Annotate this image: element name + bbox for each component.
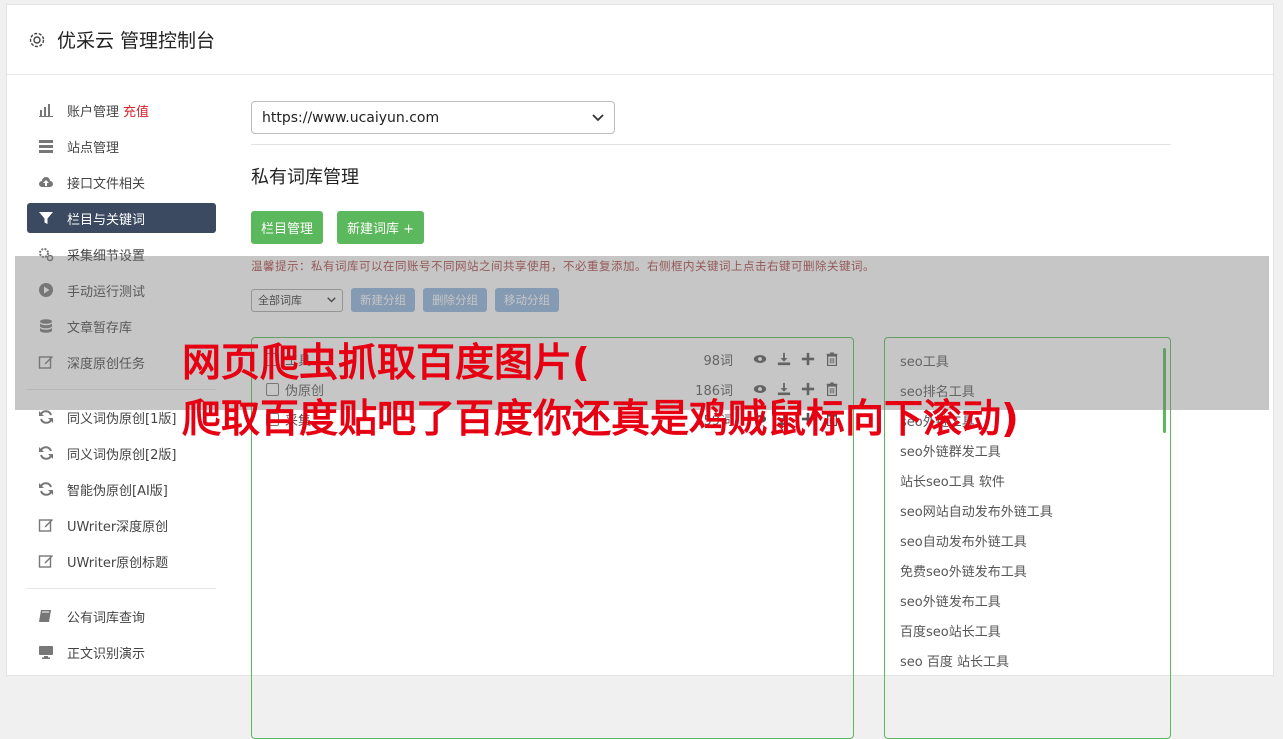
action-buttons: 栏目管理 新建词库 + (251, 211, 1171, 244)
keyword-item[interactable]: 百度seo站长工具 (885, 618, 1170, 648)
sidebar-item-label: 接口文件相关 (67, 176, 146, 192)
sidebar-item[interactable]: 智能伪原创[AI版] (27, 474, 216, 504)
sidebar-item[interactable]: 栏目与关键词 (27, 203, 216, 233)
sidebar-divider (27, 588, 216, 589)
sidebar-item-label: 栏目与关键词 (67, 212, 146, 228)
gear-icon (29, 32, 45, 47)
filter-icon (39, 212, 53, 224)
header: 优采云 管理控制台 (7, 5, 1273, 75)
sidebar-item-label: 同义词伪原创[1版] (67, 411, 177, 427)
sidebar-item-label: UWriter原创标题 (67, 555, 169, 571)
sidebar-item-label: 账户管理 (67, 104, 120, 120)
recharge-link[interactable]: 充值 (123, 101, 149, 120)
overlay-line-1: 网页爬虫抓取百度图片( (182, 341, 590, 386)
new-library-button[interactable]: 新建词库 + (337, 211, 425, 244)
book-icon (39, 610, 51, 622)
sidebar-item[interactable]: 正文识别演示 (27, 637, 216, 667)
divider (251, 144, 1171, 145)
sidebar-item[interactable]: 接口文件相关 (27, 167, 216, 197)
server-icon (39, 140, 53, 153)
sidebar-item[interactable]: UWriter原创标题 (27, 546, 216, 576)
keyword-item[interactable]: seo外链发布工具 (885, 588, 1170, 618)
refresh-icon (39, 482, 53, 496)
site-select[interactable]: https://www.ucaiyun.com (251, 101, 615, 134)
cloud-upload-icon (39, 177, 53, 187)
sidebar-item-label: 公有词库查询 (67, 610, 146, 626)
sidebar-item-label: UWriter深度原创 (67, 519, 169, 535)
sidebar-item-label: 智能伪原创[AI版] (67, 483, 168, 499)
monitor-icon (39, 646, 53, 659)
edit-icon (38, 519, 53, 532)
refresh-icon (39, 446, 53, 460)
section-title: 私有词库管理 (251, 167, 359, 188)
overlay-headline: 网页爬虫抓取百度图片( 爬取百度贴吧了百度你还真是鸡贼鼠标向下滚动) (182, 336, 1019, 448)
bar-chart-icon (39, 104, 53, 117)
overlay-line-2: 爬取百度贴吧了百度你还真是鸡贼鼠标向下滚动) (182, 397, 1019, 442)
keyword-item[interactable]: seo网站自动发布外链工具 (885, 498, 1170, 528)
sidebar-item[interactable]: UWriter深度原创 (27, 510, 216, 540)
page-title: 优采云 管理控制台 (57, 30, 216, 52)
keyword-item[interactable]: seo 百度 站长工具 (885, 648, 1170, 678)
chevron-down-icon (592, 113, 604, 121)
sidebar-item[interactable]: 账户管理 充值 (27, 95, 216, 125)
sidebar-item[interactable]: 站点管理 (27, 131, 216, 161)
sidebar-item-label: 正文识别演示 (67, 646, 146, 662)
keyword-item[interactable]: 站长seo工具 软件 (885, 468, 1170, 498)
keyword-item[interactable]: seo自动发布外链工具 (885, 528, 1170, 558)
refresh-icon (39, 410, 53, 424)
keyword-item[interactable]: 免费seo外链发布工具 (885, 558, 1170, 588)
column-manage-button[interactable]: 栏目管理 (251, 211, 324, 244)
sidebar-item-label: 站点管理 (67, 140, 120, 156)
sidebar-item-label: 同义词伪原创[2版] (67, 447, 177, 463)
site-select-value: https://www.ucaiyun.com (262, 109, 440, 126)
edit-icon (38, 555, 53, 568)
sidebar-item[interactable]: 公有词库查询 (27, 601, 216, 631)
